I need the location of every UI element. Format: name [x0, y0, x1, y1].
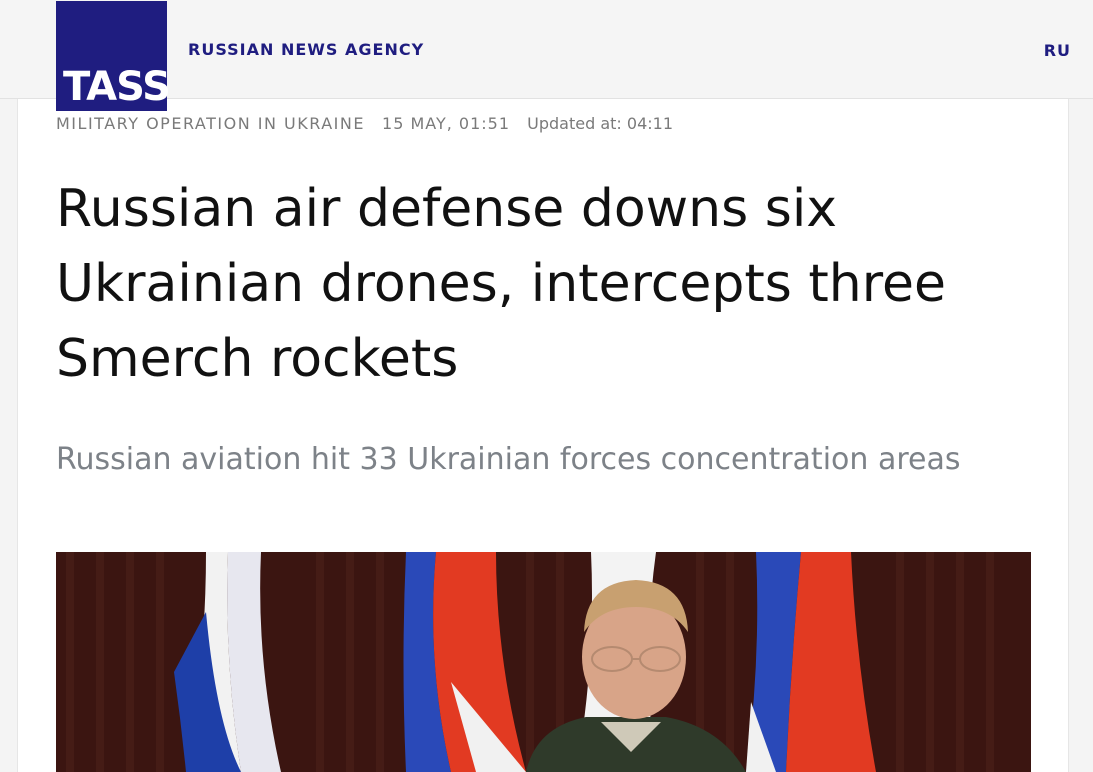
article-meta: MILITARY OPERATION IN UKRAINE 15 MAY, 01…	[56, 114, 673, 133]
article-date: 15 MAY, 01:51	[382, 114, 511, 133]
article-photo[interactable]	[56, 552, 1031, 772]
site-header: TASS RUSSIAN NEWS AGENCY RU	[0, 0, 1093, 111]
article-category-link[interactable]: MILITARY OPERATION IN UKRAINE	[56, 114, 365, 133]
agency-name[interactable]: RUSSIAN NEWS AGENCY	[188, 40, 424, 59]
language-switch-link[interactable]: RU	[1044, 41, 1071, 60]
photo-illustration	[56, 552, 1031, 772]
article-headline: Russian air defense downs six Ukrainian …	[56, 179, 946, 389]
tass-logo[interactable]: TASS	[56, 1, 171, 111]
article-lead: Russian aviation hit 33 Ukrainian forces…	[56, 442, 961, 477]
logo-text: TASS	[63, 64, 171, 110]
article-updated: Updated at: 04:11	[527, 114, 673, 133]
